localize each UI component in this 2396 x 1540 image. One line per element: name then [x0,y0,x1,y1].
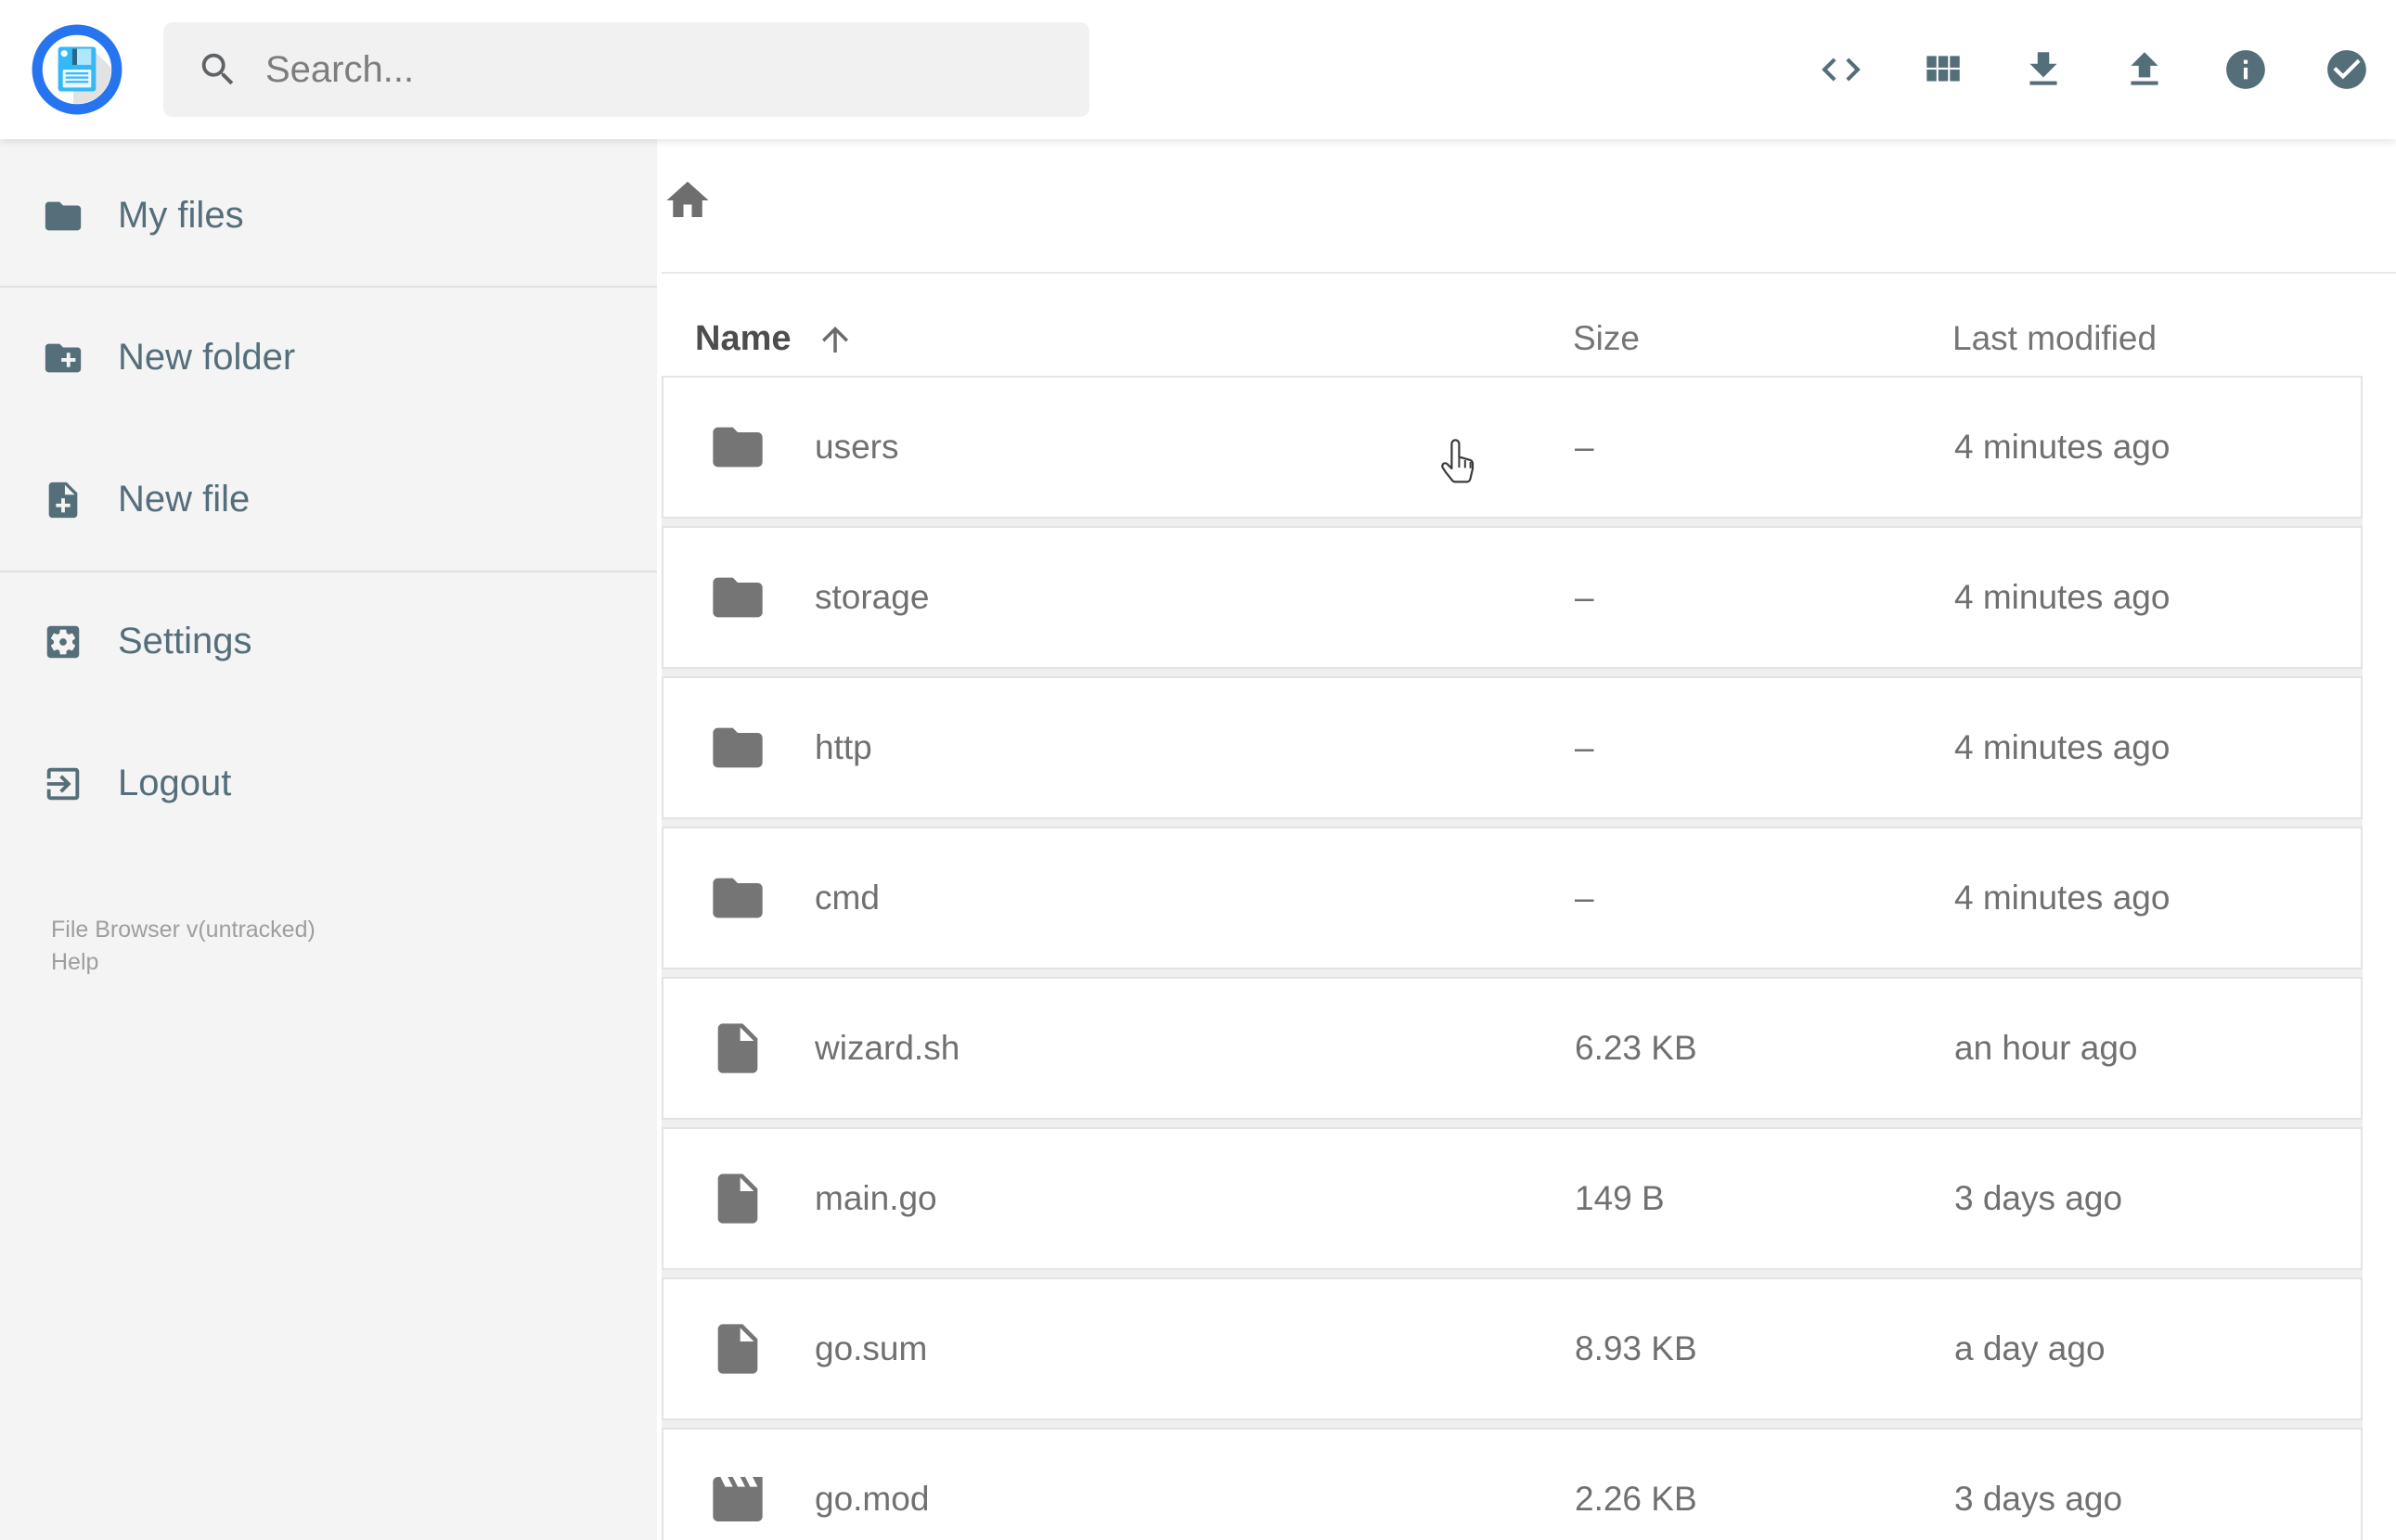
item-modified: 4 minutes ago [1954,728,2171,766]
download-icon [2020,46,2067,93]
search-icon [197,48,239,91]
column-header-size[interactable]: Size [1573,319,1640,358]
top-bar [0,0,2396,139]
item-name: cmd [815,879,880,917]
sidebar-item-settings[interactable]: Settings [0,571,657,712]
app-logo[interactable] [30,22,124,117]
list-item-http[interactable]: http – 4 minutes ago [662,676,2363,819]
sidebar-item-new-file[interactable]: New file [0,429,657,571]
item-size: 149 B [1575,1179,1665,1217]
item-size: 2.26 KB [1575,1480,1697,1518]
upload-button[interactable] [2121,46,2168,93]
folder-icon [708,718,767,777]
item-size: – [1575,879,1594,917]
logout-icon [42,763,84,805]
info-icon [2222,46,2269,93]
breadcrumb-home-button[interactable] [663,173,718,228]
list-item-cmd[interactable]: cmd – 4 minutes ago [662,827,2363,969]
info-button[interactable] [2222,46,2269,93]
item-name: go.mod [815,1480,930,1518]
sidebar-item-label: Settings [118,621,252,661]
upload-icon [2121,46,2168,93]
settings-icon [42,621,84,663]
item-name: wizard.sh [815,1029,960,1067]
list-item-storage[interactable]: storage – 4 minutes ago [662,526,2363,669]
sidebar-footer: File Browser v(untracked) Help [51,914,316,979]
file-icon [708,1169,767,1228]
sidebar: My files New folder New file Settings Lo… [0,139,657,1540]
shell-button[interactable] [1818,46,1864,93]
item-size: – [1575,728,1594,766]
item-name: http [815,728,872,766]
sidebar-item-label: New file [118,479,251,520]
list-item-go-mod[interactable]: go.mod 2.26 KB 3 days ago [662,1428,2363,1540]
list-item-users[interactable]: users – 4 minutes ago [662,376,2363,519]
sidebar-item-label: New folder [118,337,296,378]
switch-view-button[interactable] [1919,46,1965,93]
item-name: main.go [815,1179,937,1217]
grid-view-icon [1919,46,1965,93]
listing-header: Name Size Last modified [662,319,2363,366]
item-size: 6.23 KB [1575,1029,1697,1067]
column-header-name[interactable]: Name [695,319,855,359]
item-name: go.sum [815,1329,928,1367]
download-button[interactable] [2020,46,2067,93]
help-link[interactable]: Help [51,946,316,979]
sidebar-item-label: Logout [118,763,232,803]
item-size: – [1575,578,1594,616]
sidebar-item-label: My files [118,195,244,236]
breadcrumb-divider [662,272,2396,274]
sidebar-divider [0,286,657,288]
sort-ascending-icon [816,320,855,359]
folder-icon [708,417,767,477]
folder-icon [708,868,767,928]
column-name-label: Name [695,319,792,358]
item-name: users [815,428,899,466]
item-modified: 4 minutes ago [1954,428,2171,466]
item-size: – [1575,428,1594,466]
sidebar-item-logout[interactable]: Logout [0,712,657,854]
item-name: storage [815,578,930,616]
sidebar-item-new-folder[interactable]: New folder [0,287,657,429]
item-modified: 4 minutes ago [1954,578,2171,616]
select-multiple-button[interactable] [2324,46,2370,93]
filebrowser-logo-icon [32,24,122,115]
search-box[interactable] [163,22,1089,117]
new-file-icon [42,479,84,521]
file-icon [708,1319,767,1379]
movie-icon [708,1469,767,1529]
item-size: 8.93 KB [1575,1329,1697,1367]
folder-icon [708,568,767,627]
list-item-wizard-sh[interactable]: wizard.sh 6.23 KB an hour ago [662,977,2363,1120]
item-modified: a day ago [1954,1329,2106,1367]
file-listing: users – 4 minutes ago storage – 4 minute… [662,376,2363,1540]
new-folder-icon [42,337,84,379]
home-icon [663,175,713,225]
sidebar-divider [0,571,657,572]
code-icon [1818,46,1864,93]
header-actions [1818,0,2370,139]
item-modified: an hour ago [1954,1029,2138,1067]
app-version: File Browser v(untracked) [51,917,316,943]
check-circle-icon [2324,46,2370,93]
column-size-label: Size [1573,319,1640,357]
list-item-go-sum[interactable]: go.sum 8.93 KB a day ago [662,1277,2363,1420]
item-modified: 3 days ago [1954,1179,2123,1217]
folder-icon [42,195,84,237]
sidebar-item-my-files[interactable]: My files [0,145,657,287]
column-header-modified[interactable]: Last modified [1952,319,2157,358]
item-modified: 4 minutes ago [1954,879,2171,917]
item-modified: 3 days ago [1954,1480,2123,1518]
search-input[interactable] [264,47,1062,92]
column-modified-label: Last modified [1952,319,2158,357]
file-icon [708,1019,767,1078]
list-item-main-go[interactable]: main.go 149 B 3 days ago [662,1127,2363,1270]
